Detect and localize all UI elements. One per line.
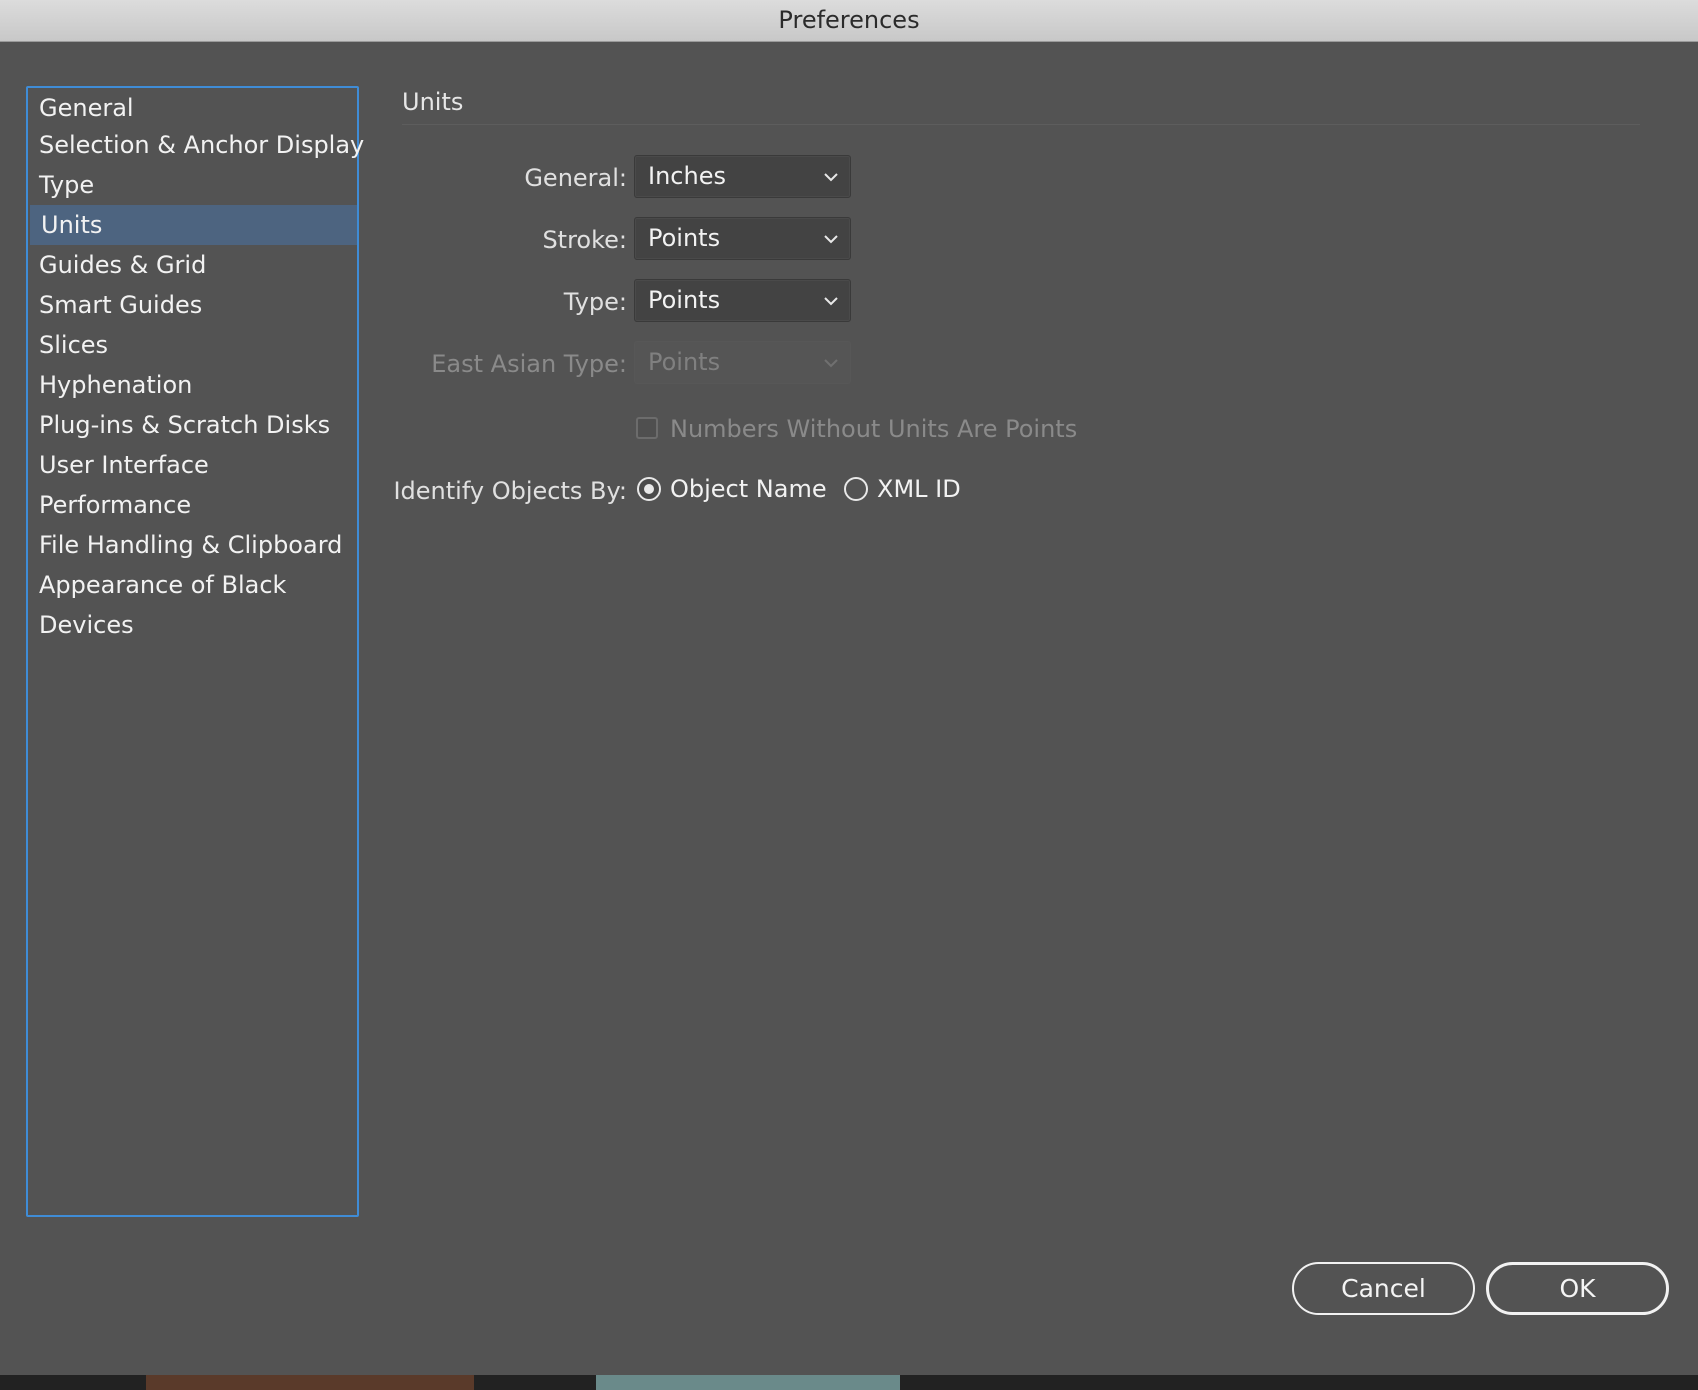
sidebar-item-selection-anchor-display[interactable]: Selection & Anchor Display: [28, 125, 364, 165]
background-thumbnail: [146, 1375, 474, 1390]
type-unit-label: Type:: [563, 288, 627, 316]
sidebar-item-file-handling-clipboard[interactable]: File Handling & Clipboard: [28, 525, 357, 565]
stroke-unit-label: Stroke:: [542, 226, 627, 254]
numbers-without-units-label: Numbers Without Units Are Points: [670, 415, 1078, 443]
window-title: Preferences: [778, 6, 920, 34]
ok-button[interactable]: OK: [1486, 1262, 1669, 1315]
chevron-down-icon: [824, 297, 838, 306]
east-asian-type-unit-dropdown[interactable]: Points: [634, 341, 851, 384]
sidebar-item-performance[interactable]: Performance: [28, 485, 357, 525]
east-asian-type-unit-value: Points: [648, 348, 721, 376]
numbers-without-units-checkbox[interactable]: [636, 417, 658, 439]
preferences-dialog: Preferences General Selection & Anchor D…: [0, 0, 1698, 1375]
identify-objects-label: Identify Objects By:: [393, 477, 627, 505]
sidebar-item-guides-grid[interactable]: Guides & Grid: [28, 245, 357, 285]
sidebar-item-general[interactable]: General: [28, 88, 357, 128]
object-name-radio-label[interactable]: Object Name: [670, 475, 827, 503]
sidebar-item-plugins-scratch-disks[interactable]: Plug-ins & Scratch Disks: [28, 405, 357, 445]
sidebar-item-user-interface[interactable]: User Interface: [28, 445, 357, 485]
xml-id-radio[interactable]: [844, 477, 868, 501]
sidebar-item-smart-guides[interactable]: Smart Guides: [28, 285, 357, 325]
east-asian-type-unit-label: East Asian Type:: [431, 350, 627, 378]
chevron-down-icon: [824, 359, 838, 368]
sidebar-item-hyphenation[interactable]: Hyphenation: [28, 365, 357, 405]
sidebar-item-units[interactable]: Units: [30, 205, 357, 245]
section-title: Units: [402, 88, 464, 116]
object-name-radio[interactable]: [637, 477, 661, 501]
sidebar-item-slices[interactable]: Slices: [28, 325, 357, 365]
general-unit-dropdown[interactable]: Inches: [634, 155, 851, 198]
general-unit-label: General:: [524, 164, 627, 192]
sidebar-item-appearance-of-black[interactable]: Appearance of Black: [28, 565, 357, 605]
cancel-button[interactable]: Cancel: [1292, 1262, 1475, 1315]
sidebar-item-type[interactable]: Type: [28, 165, 357, 205]
general-unit-value: Inches: [648, 162, 726, 190]
sidebar-item-devices[interactable]: Devices: [28, 605, 357, 645]
category-list[interactable]: General Selection & Anchor Display Type …: [26, 86, 364, 1217]
stroke-unit-value: Points: [648, 224, 721, 252]
chevron-down-icon: [824, 235, 838, 244]
section-divider: [402, 124, 1640, 125]
xml-id-radio-label[interactable]: XML ID: [877, 475, 961, 503]
background-thumbnail: [596, 1375, 900, 1390]
chevron-down-icon: [824, 173, 838, 182]
title-bar[interactable]: Preferences: [0, 0, 1698, 42]
type-unit-value: Points: [648, 286, 721, 314]
type-unit-dropdown[interactable]: Points: [634, 279, 851, 322]
stroke-unit-dropdown[interactable]: Points: [634, 217, 851, 260]
